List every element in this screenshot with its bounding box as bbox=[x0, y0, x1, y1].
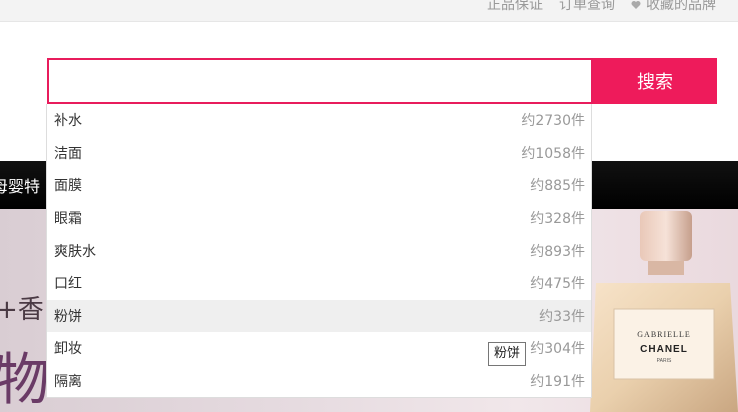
suggestion-item[interactable]: 爽肤水 约893件 bbox=[47, 234, 591, 267]
suggestion-term: 洁面 bbox=[54, 145, 82, 162]
order-query-link[interactable]: 订单查询 bbox=[559, 0, 615, 14]
favorite-brands-link[interactable]: 收藏的品牌 bbox=[631, 0, 716, 14]
suggestion-count: 约2730件 bbox=[521, 113, 585, 130]
suggestion-count: 约1058件 bbox=[521, 145, 585, 162]
suggestion-term: 爽肤水 bbox=[54, 243, 96, 260]
nav-item-maternal-baby[interactable]: 母婴特 bbox=[0, 173, 40, 197]
suggestion-count: 约893件 bbox=[530, 243, 585, 260]
suggestion-term: 面膜 bbox=[54, 178, 82, 195]
search-input[interactable] bbox=[47, 58, 593, 104]
suggestion-item[interactable]: 面膜 约885件 bbox=[47, 169, 591, 202]
chanel-perfume-image: GABRIELLE CHANEL PARIS bbox=[590, 211, 738, 412]
suggestion-item[interactable]: 隔离 约191件 bbox=[47, 365, 591, 398]
suggestion-count: 约328件 bbox=[530, 211, 585, 228]
suggestion-item-highlighted[interactable]: 粉饼 约33件 bbox=[47, 299, 591, 333]
suggestion-count: 约885件 bbox=[530, 178, 585, 195]
banner-headline-large: 物 bbox=[0, 348, 52, 412]
suggestion-term: 补水 bbox=[54, 113, 82, 130]
authentic-guarantee-link[interactable]: 正品保证 bbox=[487, 0, 543, 14]
suggestion-term: 口红 bbox=[54, 276, 82, 293]
top-links: 正品保证 订单查询 收藏的品牌 bbox=[487, 0, 716, 14]
hover-tooltip: 粉饼 bbox=[488, 342, 527, 366]
suggestion-term: 眼霜 bbox=[54, 211, 82, 228]
heart-icon bbox=[631, 0, 641, 10]
perfume-label-paris: PARIS bbox=[657, 358, 672, 364]
suggestion-item[interactable]: 洁面 约1058件 bbox=[47, 137, 591, 170]
favorite-brands-label: 收藏的品牌 bbox=[646, 0, 716, 13]
suggestion-term: 隔离 bbox=[54, 374, 82, 391]
suggestion-count: 约475件 bbox=[530, 276, 585, 293]
suggestion-item[interactable]: 眼霜 约328件 bbox=[47, 202, 591, 235]
perfume-label-gabrielle: GABRIELLE bbox=[637, 330, 690, 339]
suggestion-count: 约304件 bbox=[530, 341, 585, 358]
search-button[interactable]: 搜索 bbox=[593, 58, 717, 104]
banner-headline-small: +香 bbox=[0, 295, 44, 325]
top-utility-bar: 正品保证 订单查询 收藏的品牌 bbox=[0, 0, 738, 22]
suggestion-term: 卸妆 bbox=[54, 341, 82, 358]
search-bar: 搜索 bbox=[47, 58, 717, 104]
perfume-label-chanel: CHANEL bbox=[640, 344, 688, 355]
suggestion-item[interactable]: 补水 约2730件 bbox=[47, 104, 591, 137]
suggestion-count: 约33件 bbox=[539, 308, 585, 325]
suggestion-term: 粉饼 bbox=[54, 308, 82, 325]
suggestion-item[interactable]: 口红 约475件 bbox=[47, 267, 591, 300]
suggestion-count: 约191件 bbox=[530, 374, 585, 391]
